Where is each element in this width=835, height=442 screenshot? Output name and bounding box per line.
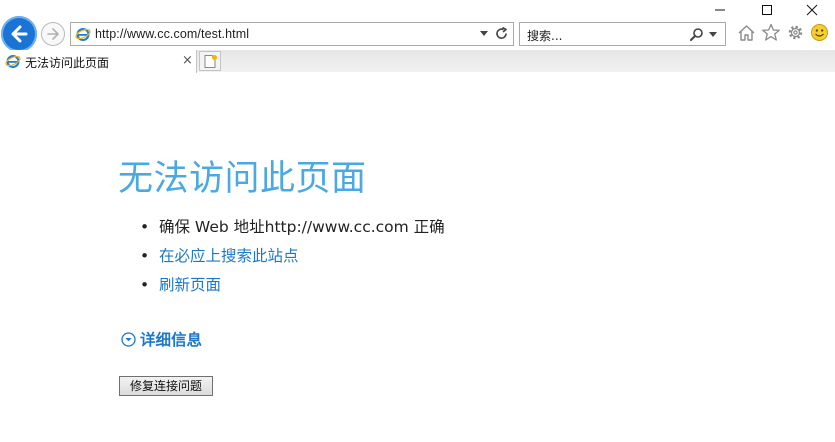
search-dropdown-icon[interactable]	[709, 32, 717, 38]
page-title: 无法访问此页面	[118, 159, 367, 199]
suggestion-check-address: 确保 Web 地址http://www.cc.com 正确	[159, 218, 445, 236]
tab-close-button[interactable]: ×	[182, 53, 193, 68]
back-arrow-icon	[11, 25, 28, 43]
refresh-page-link[interactable]: 刷新页面	[159, 274, 221, 296]
details-toggle[interactable]: 详细信息	[121, 328, 202, 350]
tab-ie-logo-icon	[5, 55, 21, 68]
new-tab-icon	[204, 55, 217, 68]
forward-button[interactable]	[41, 22, 65, 46]
search-icon[interactable]	[690, 27, 704, 41]
bullet-dot: •	[140, 218, 150, 236]
minimize-icon	[715, 9, 725, 11]
dropdown-icon[interactable]	[480, 31, 488, 37]
search-bing-link[interactable]: 在必应上搜索此站点	[159, 245, 299, 267]
bullet-dot: •	[140, 276, 150, 294]
new-tab-button[interactable]	[199, 51, 221, 71]
address-url: http://www.cc.com/test.html	[95, 27, 250, 41]
tab-title: 无法访问此页面	[25, 56, 110, 70]
search-input[interactable]: 搜索...	[527, 27, 562, 44]
smiley-icon[interactable]	[810, 23, 829, 42]
gear-icon[interactable]	[786, 23, 805, 42]
forward-arrow-icon	[47, 28, 59, 40]
close-window-button[interactable]	[789, 0, 835, 20]
maximize-button[interactable]	[744, 0, 790, 20]
fix-connection-button[interactable]: 修复连接问题	[119, 376, 213, 396]
minimize-button[interactable]	[697, 0, 743, 20]
favorites-star-icon[interactable]	[761, 23, 781, 42]
search-box[interactable]: 搜索...	[519, 22, 726, 46]
refresh-icon[interactable]	[495, 27, 509, 41]
ie-logo-icon	[75, 28, 91, 41]
bullet-dot: •	[140, 247, 150, 265]
address-bar[interactable]: http://www.cc.com/test.html	[70, 22, 514, 46]
chevron-down-circle-icon	[121, 331, 136, 347]
back-button[interactable]	[1, 16, 37, 52]
close-icon	[806, 4, 818, 16]
details-label: 详细信息	[140, 331, 203, 349]
tab-current[interactable]: 无法访问此页面 ×	[0, 50, 197, 73]
maximize-icon	[762, 5, 772, 15]
home-icon[interactable]	[737, 24, 756, 42]
